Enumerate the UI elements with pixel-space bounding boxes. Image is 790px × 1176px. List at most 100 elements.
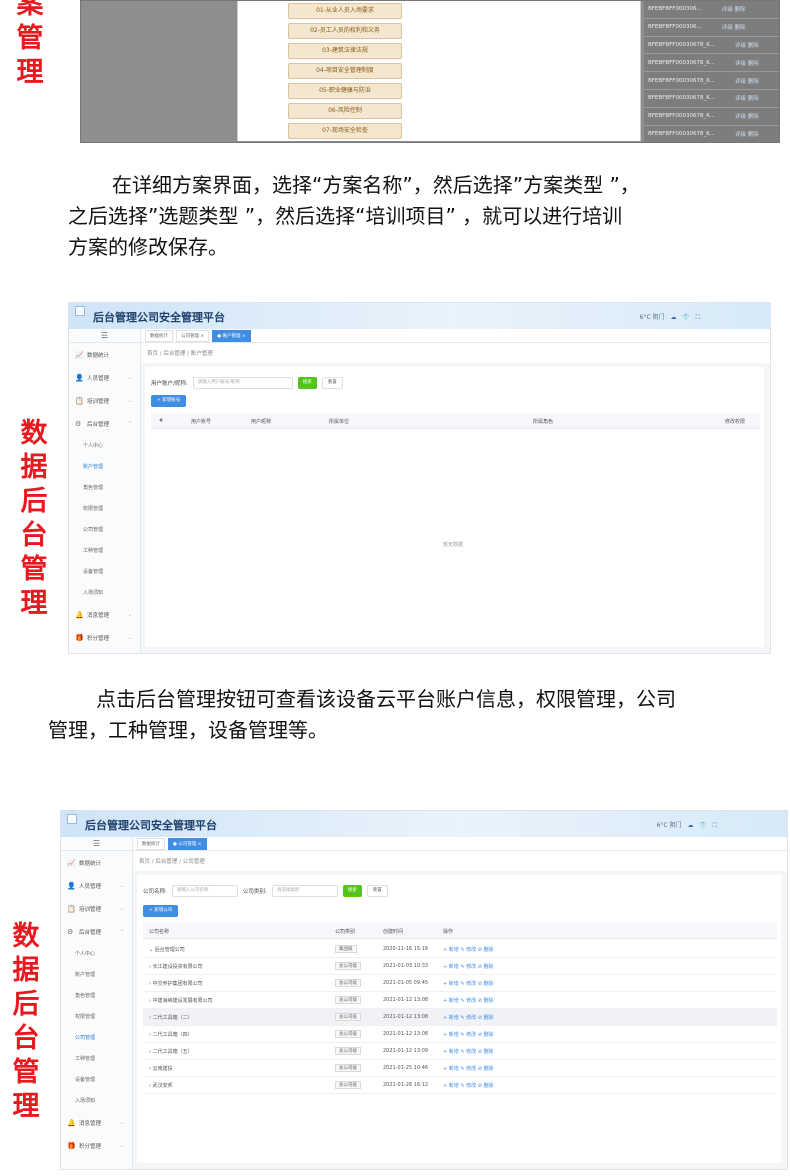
table-row[interactable]: › 长江建设投资有限公司 总公司级 2021-01-03 10:33 + 新增 ✎ 修…	[143, 958, 777, 975]
column-header: #	[159, 418, 164, 424]
table-row[interactable]: › 中交养护集团有限公司 总公司级 2021-01-05 09:45 + 新增 ✎ 修…	[143, 975, 777, 992]
tab-statistics[interactable]: 数据统计	[137, 837, 165, 850]
sidebar-item-training[interactable]: 📋 培训管理 ⌄	[69, 389, 140, 412]
sidebar-item-admin[interactable]: ⚙ 后台管理 ⌃	[69, 412, 140, 435]
row-actions[interactable]: 评级 删除	[735, 130, 759, 138]
search-button[interactable]: 搜索	[297, 377, 317, 389]
sidebar-subitem-companies[interactable]: 公司管理	[69, 519, 140, 540]
row-actions[interactable]: + 新增 ✎ 修改 ⊘ 删除	[443, 1065, 494, 1072]
sidebar-subitem-entry-notice[interactable]: 入场须知	[69, 582, 140, 603]
sidebar-subitem-job-types[interactable]: 工种管理	[61, 1048, 132, 1069]
row-actions[interactable]: + 新增 ✎ 修改 ⊘ 删除	[443, 1031, 494, 1038]
add-account-button[interactable]: + 新增账号	[151, 395, 187, 407]
training-project-option[interactable]: 06-风险控制	[288, 103, 402, 119]
sidebar-item-training[interactable]: 📋 培训管理 ⌄	[61, 897, 132, 920]
sidebar-subitem-devices[interactable]: 设备管理	[61, 1069, 132, 1090]
main-content: 公司名称: 请输入公司名称 公司类别: 请选择类别 搜索 重置 + 新增公司 公…	[133, 871, 787, 1169]
row-actions[interactable]: + 新增 ✎ 修改 ⊘ 删除	[443, 997, 494, 1004]
row-actions[interactable]: 评级 删除	[735, 77, 759, 85]
side-label-char: 据	[12, 955, 40, 986]
tab-bar: 数据统计 公司管理 × ● 账户管理 ×	[141, 329, 770, 343]
sidebar-item-personnel[interactable]: 👤 人员管理 ⌄	[61, 874, 132, 897]
row-actions[interactable]: + 新增 ✎ 修改 ⊘ 删除	[443, 1048, 494, 1055]
table-row[interactable]: ⌄ 后台管理公司 集团级 2020-11-16 15:16 + 新增 ✎ 修改 ⊘ 删…	[143, 941, 777, 958]
sidebar-subitem-permissions[interactable]: 权限管理	[69, 498, 140, 519]
column-header: 修改权限	[725, 419, 746, 425]
training-project-option[interactable]: 05-职业健康与防治	[288, 83, 402, 99]
table-row[interactable]: › 云南建投 总公司级 2021-01-25 10:46 + 新增 ✎ 修改 ⊘ 删除	[143, 1060, 777, 1077]
sidebar-item-points[interactable]: 🎁 积分管理 ⌄	[61, 1134, 132, 1157]
side-label-char: 后	[20, 486, 48, 517]
training-project-option[interactable]: 03-建筑法律法规	[288, 43, 402, 59]
row-actions[interactable]: + 新增 ✎ 修改 ⊘ 删除	[443, 1014, 494, 1021]
sidebar-subitem-roles[interactable]: 角色管理	[69, 477, 140, 498]
row-actions[interactable]: + 新增 ✎ 修改 ⊘ 删除	[443, 980, 494, 987]
table-row[interactable]: › 二代工具箱（五） 总公司级 2021-01-12 13:09 + 新增 ✎ 修改 …	[143, 1043, 777, 1060]
row-actions[interactable]: 评级 删除	[735, 59, 759, 67]
sidebar-subitem-permissions[interactable]: 权限管理	[61, 1006, 132, 1027]
training-project-option[interactable]: 07-现场安全检查	[288, 123, 402, 139]
row-actions[interactable]: 评级 删除	[735, 41, 759, 49]
shirt-icon[interactable]: 👕	[682, 314, 689, 321]
menu-toggle-icon[interactable]: ☰	[61, 837, 132, 851]
row-actions[interactable]: 评级 删除	[735, 94, 759, 102]
table-row[interactable]: › 二代工具箱（四） 总公司级 2021-01-12 13:08 + 新增 ✎ 修改 …	[143, 1026, 777, 1043]
company-name-input[interactable]: 请输入公司名称	[171, 885, 238, 897]
filter-label: 用户账户/昵称:	[151, 381, 188, 387]
app-logo	[67, 814, 77, 824]
row-actions[interactable]: + 新增 ✎ 修改 ⊘ 删除	[443, 1082, 494, 1089]
side-label-plan-management: 案 管 理	[12, 0, 48, 90]
created-time-cell: 2021-01-03 10:33	[383, 963, 429, 969]
account-search-input[interactable]: 请输入用户账号/昵称	[192, 377, 293, 389]
tab-companies[interactable]: ● 公司管理 ×	[168, 837, 207, 850]
reset-button[interactable]: 重置	[321, 377, 343, 389]
sidebar-subitem-roles[interactable]: 角色管理	[61, 985, 132, 1006]
plan-detail-screenshot: 01-从业人员入场要求 02-员工人员的权利和义务 03-建筑法律法规 04-项…	[80, 0, 780, 143]
sidebar-item-messages[interactable]: 🔔 消息管理 ⌄	[69, 603, 140, 626]
menu-toggle-icon[interactable]: ☰	[69, 329, 140, 343]
fullscreen-icon[interactable]: ⛶	[713, 822, 717, 830]
sidebar-subitem-job-types[interactable]: 工种管理	[69, 540, 140, 561]
sidebar-item-admin[interactable]: ⚙ 后台管理 ⌃	[61, 920, 132, 943]
shirt-icon[interactable]: 👕	[699, 822, 706, 829]
table-row[interactable]: › 中建海峡建设发展有限公司 总公司级 2021-01-12 13:08 + 新增 ✎…	[143, 992, 777, 1009]
row-actions[interactable]: 评级 删除	[722, 5, 746, 13]
points-icon: 🎁	[67, 1141, 76, 1150]
tab-statistics[interactable]: 数据统计	[145, 329, 173, 342]
side-label-data-admin: 数 据 后 台 管 理	[16, 417, 52, 621]
device-code: BFEBFBFF00030678_K...	[648, 130, 716, 137]
tab-companies[interactable]: 公司管理 ×	[176, 329, 210, 342]
sidebar-item-statistics[interactable]: 📈 数据统计	[69, 343, 140, 366]
chart-icon: 📈	[75, 350, 84, 359]
side-label-char: 台	[20, 520, 48, 551]
sidebar-subitem-devices[interactable]: 设备管理	[69, 561, 140, 582]
created-time-cell: 2021-01-12 13:08	[383, 1014, 429, 1020]
row-actions[interactable]: 评级 删除	[722, 23, 746, 31]
app-logo	[75, 306, 85, 316]
tab-accounts[interactable]: ● 账户管理 ×	[212, 329, 251, 342]
table-row[interactable]: › 二代工具箱（二） 总公司级 2021-01-12 13:08 + 新增 ✎ 修改 …	[143, 1009, 777, 1026]
search-button[interactable]: 搜索	[342, 885, 362, 897]
row-actions[interactable]: + 新增 ✎ 修改 ⊘ 删除	[443, 963, 494, 970]
table-row[interactable]: › 武汉安邦 总公司级 2021-01-26 16:12 + 新增 ✎ 修改 ⊘ 删除	[143, 1077, 777, 1094]
training-project-option[interactable]: 04-项目安全管理制度	[288, 63, 402, 79]
sidebar-item-points[interactable]: 🎁 积分管理 ⌄	[69, 626, 140, 649]
company-type-select[interactable]: 请选择类别	[271, 885, 338, 897]
training-project-option[interactable]: 02-员工人员的权利和义务	[288, 23, 402, 39]
row-actions[interactable]: 评级 删除	[735, 112, 759, 120]
fullscreen-icon[interactable]: ⛶	[696, 314, 700, 322]
sidebar-item-personnel[interactable]: 👤 人员管理 ⌄	[69, 366, 140, 389]
sidebar-subitem-accounts[interactable]: 账户管理	[61, 964, 132, 985]
reset-button[interactable]: 重置	[366, 885, 388, 897]
row-actions[interactable]: + 新增 ✎ 修改 ⊘ 删除	[443, 946, 494, 953]
sidebar-subitem-accounts[interactable]: 账户管理	[69, 456, 140, 477]
add-company-button[interactable]: + 新增公司	[143, 905, 179, 917]
training-project-option[interactable]: 01-从业人员入场要求	[288, 3, 402, 19]
sidebar-item-messages[interactable]: 🔔 消息管理 ⌄	[61, 1111, 132, 1134]
sidebar-subitem-entry-notice[interactable]: 入场须知	[61, 1090, 132, 1111]
sidebar-subitem-profile[interactable]: 个人中心	[61, 943, 132, 964]
company-name-cell: › 二代工具箱（二）	[149, 1015, 193, 1021]
sidebar-subitem-companies[interactable]: 公司管理	[61, 1027, 132, 1048]
sidebar-item-statistics[interactable]: 📈 数据统计	[61, 851, 132, 874]
sidebar-subitem-profile[interactable]: 个人中心	[69, 435, 140, 456]
